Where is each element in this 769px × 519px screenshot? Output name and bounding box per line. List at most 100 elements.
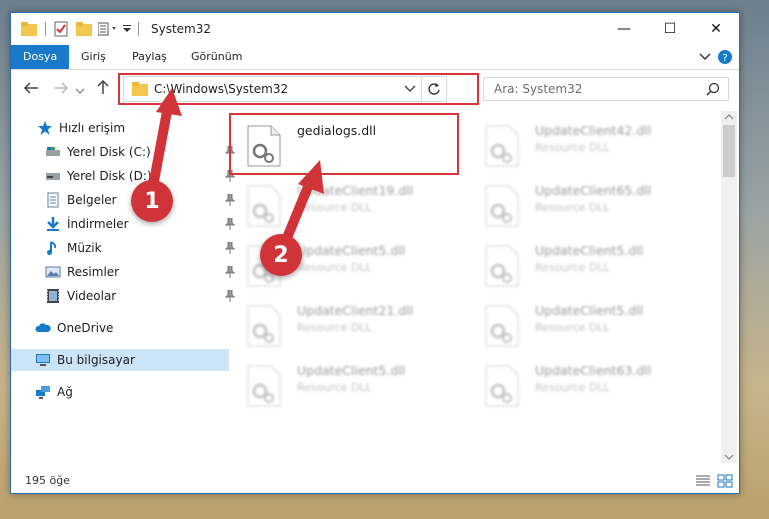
file-name: UpdateClient5.dll xyxy=(297,363,406,378)
recent-locations-button[interactable] xyxy=(73,79,87,101)
large-icons-view-icon[interactable] xyxy=(717,474,733,488)
dll-file-icon xyxy=(247,185,281,227)
sidebar-item-disk-d[interactable]: Yerel Disk (D:) xyxy=(11,165,239,187)
file-type: Resource DLL xyxy=(297,261,372,274)
arrow-right-icon xyxy=(54,82,69,94)
chevron-down-icon[interactable] xyxy=(699,53,711,61)
dll-file-icon xyxy=(247,305,281,347)
tab-view[interactable]: Görünüm xyxy=(179,45,254,69)
new-folder-icon[interactable] xyxy=(76,22,92,36)
dll-file-icon xyxy=(247,365,281,407)
up-button[interactable] xyxy=(93,79,113,101)
file-type: Resource DLL xyxy=(535,141,610,154)
search-icon[interactable] xyxy=(706,82,720,96)
sidebar-item-label: Bu bilgisayar xyxy=(57,353,135,367)
title-bar: System32 — ☐ ✕ xyxy=(11,13,739,45)
sidebar-item-videos[interactable]: Videolar xyxy=(11,285,239,307)
close-button[interactable]: ✕ xyxy=(693,13,739,45)
pictures-icon xyxy=(45,266,61,278)
sidebar-item-music[interactable]: Müzik xyxy=(11,237,239,259)
step-badge-1: 1 xyxy=(131,180,173,222)
sidebar-item-this-pc[interactable]: Bu bilgisayar xyxy=(11,349,229,371)
drive-icon xyxy=(46,173,60,180)
separator xyxy=(138,22,139,36)
sidebar-item-label: Videolar xyxy=(67,289,117,303)
download-icon xyxy=(47,217,59,231)
file-item[interactable]: UpdateClient42.dll Resource DLL xyxy=(471,117,701,175)
sidebar-item-label: İndirmeler xyxy=(67,217,129,231)
file-name: UpdateClient63.dll xyxy=(535,363,652,378)
star-icon xyxy=(38,121,52,135)
scroll-down-icon[interactable] xyxy=(721,451,737,463)
dll-file-icon xyxy=(485,365,519,407)
file-name: UpdateClient5.dll xyxy=(535,303,644,318)
file-type: Resource DLL xyxy=(297,201,372,214)
file-type: Resource DLL xyxy=(297,321,372,334)
sidebar-item-label: Hızlı erişim xyxy=(59,121,126,135)
dll-file-icon xyxy=(485,185,519,227)
music-icon xyxy=(47,241,57,255)
file-highlight-box xyxy=(229,113,459,175)
minimize-button[interactable]: — xyxy=(601,13,647,45)
sidebar-item-pictures[interactable]: Resimler xyxy=(11,261,239,283)
file-name: UpdateClient65.dll xyxy=(535,183,652,198)
file-item[interactable]: UpdateClient21.dll Resource DLL xyxy=(233,297,463,355)
file-item[interactable]: UpdateClient19.dll Resource DLL xyxy=(233,177,463,235)
computer-icon xyxy=(36,354,50,366)
sidebar-item-label: Resimler xyxy=(67,265,120,279)
file-item[interactable]: UpdateClient65.dll Resource DLL xyxy=(471,177,701,235)
sidebar-item-downloads[interactable]: İndirmeler xyxy=(11,213,239,235)
file-name: UpdateClient19.dll xyxy=(297,183,414,198)
help-icon[interactable]: ? xyxy=(717,49,733,65)
drive-icon xyxy=(46,147,60,156)
scroll-thumb[interactable] xyxy=(723,125,735,177)
file-name: UpdateClient5.dll xyxy=(535,243,644,258)
tab-home[interactable]: Giriş xyxy=(69,45,118,69)
sidebar-item-label: OneDrive xyxy=(57,321,114,335)
back-button[interactable] xyxy=(21,79,41,101)
search-placeholder[interactable]: Ara: System32 xyxy=(494,82,582,96)
dropdown-arrow-icon[interactable] xyxy=(122,22,132,36)
file-item[interactable]: UpdateClient63.dll Resource DLL xyxy=(471,357,701,415)
sidebar-item-quick-access[interactable]: Hızlı erişim xyxy=(11,117,231,139)
sidebar-item-disk-c[interactable]: Yerel Disk (C:) xyxy=(11,141,239,163)
file-item[interactable]: UpdateClient5.dll Resource DLL xyxy=(471,297,701,355)
quick-access-toolbar xyxy=(21,21,145,37)
file-item[interactable]: UpdateClient5.dll Resource DLL xyxy=(233,357,463,415)
sidebar-item-label: Müzik xyxy=(67,241,102,255)
file-name: UpdateClient5.dll xyxy=(297,243,406,258)
vertical-scrollbar[interactable] xyxy=(721,111,737,463)
forward-button[interactable] xyxy=(51,79,71,101)
folder-icon[interactable] xyxy=(21,22,37,36)
address-highlight-box xyxy=(118,73,479,105)
video-icon xyxy=(47,289,59,303)
properties-icon[interactable] xyxy=(54,21,68,37)
status-bar: 195 öğe xyxy=(11,469,739,493)
arrow-up-icon xyxy=(97,79,109,94)
separator xyxy=(45,22,46,36)
sidebar-item-label: Ağ xyxy=(57,385,73,399)
chevron-down-icon xyxy=(75,88,85,94)
customize-toolbar-icon[interactable] xyxy=(98,22,120,36)
search-box[interactable]: Ara: System32 xyxy=(483,77,729,101)
ribbon-tabs: Dosya Giriş Paylaş Görünüm ? xyxy=(11,45,739,70)
maximize-button[interactable]: ☐ xyxy=(647,13,693,45)
network-icon xyxy=(36,386,50,399)
sidebar-item-onedrive[interactable]: OneDrive xyxy=(11,317,229,339)
sidebar-item-label: Belgeler xyxy=(67,193,117,207)
explorer-window: System32 — ☐ ✕ Dosya Giriş Paylaş Görünü… xyxy=(10,12,740,494)
scroll-up-icon[interactable] xyxy=(721,111,737,123)
sidebar-item-documents[interactable]: Belgeler xyxy=(11,189,239,211)
file-item[interactable]: UpdateClient5.dll Resource DLL xyxy=(471,237,701,295)
dll-file-icon xyxy=(485,125,519,167)
sidebar-item-label: Yerel Disk (D:) xyxy=(67,169,152,183)
dll-file-icon xyxy=(485,305,519,347)
tab-file[interactable]: Dosya xyxy=(11,45,70,69)
arrow-left-icon xyxy=(23,82,38,94)
navigation-pane: Hızlı erişim Yerel Disk (C:) Yerel Disk … xyxy=(11,111,235,463)
document-icon xyxy=(47,192,59,208)
tab-share[interactable]: Paylaş xyxy=(120,45,179,69)
details-view-icon[interactable] xyxy=(695,474,711,488)
sidebar-item-network[interactable]: Ağ xyxy=(11,381,229,403)
step-badge-2: 2 xyxy=(260,234,302,276)
